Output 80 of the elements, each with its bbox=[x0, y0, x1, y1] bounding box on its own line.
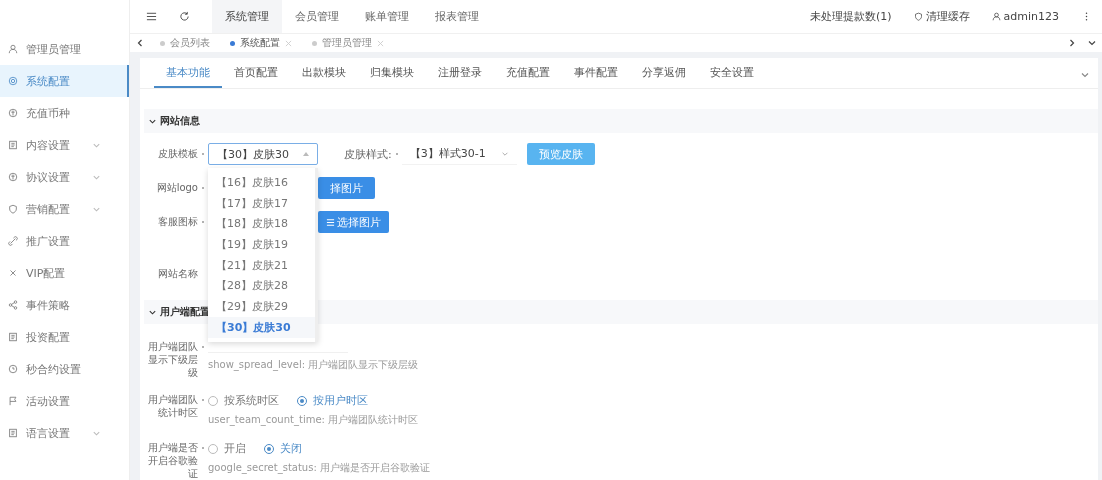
flag-icon bbox=[8, 396, 18, 406]
user-icon bbox=[991, 12, 1001, 21]
sidebar-item[interactable]: 充值币种 bbox=[0, 97, 129, 129]
skin-select[interactable]: 【30】皮肤30 bbox=[208, 143, 318, 165]
sidebar-item[interactable]: 管理员管理 bbox=[0, 33, 129, 65]
shield-icon bbox=[8, 204, 18, 214]
page-tag[interactable]: 会员列表 bbox=[150, 36, 220, 50]
dropdown-option[interactable]: 【16】皮肤16 bbox=[208, 172, 315, 193]
radio-option[interactable]: 开启 bbox=[208, 441, 246, 456]
chevron-down-icon bbox=[1080, 70, 1090, 80]
choose-image-button[interactable]: 选择图片 bbox=[318, 211, 389, 233]
document-icon bbox=[8, 428, 18, 438]
field-label: 客服图标 bbox=[157, 215, 198, 229]
sidebar-item[interactable]: 营销配置 bbox=[0, 193, 129, 225]
settings-tab[interactable]: 充值配置 bbox=[494, 58, 562, 88]
refresh-icon[interactable] bbox=[179, 11, 190, 22]
menu-icon[interactable] bbox=[146, 11, 157, 22]
sidebar-item[interactable]: 秒合约设置 bbox=[0, 353, 129, 385]
share-icon bbox=[8, 300, 18, 310]
nav-tab[interactable]: 系统管理 bbox=[212, 0, 282, 33]
settings-tab[interactable]: 归集模块 bbox=[358, 58, 426, 88]
dropdown-option[interactable]: 【17】皮肤17 bbox=[208, 192, 315, 214]
radio-option[interactable]: 按用户时区 bbox=[297, 393, 368, 408]
dropdown-option[interactable]: 【18】皮肤18 bbox=[208, 213, 315, 235]
settings-tab[interactable]: 分享返佣 bbox=[630, 58, 698, 88]
cross-icon bbox=[8, 268, 18, 278]
clear-cache-link[interactable]: 清理缓存 bbox=[925, 9, 970, 24]
user-icon bbox=[8, 44, 18, 54]
sidebar-item[interactable]: 系统配置 bbox=[0, 65, 129, 97]
field-label: 网站logo bbox=[155, 181, 198, 195]
coin-icon bbox=[8, 172, 18, 182]
field-label: 皮肤模板 bbox=[157, 147, 198, 161]
sidebar-item[interactable]: 内容设置 bbox=[0, 129, 129, 161]
settings-tab[interactable]: 事件配置 bbox=[562, 58, 630, 88]
radio-option[interactable]: 关闭 bbox=[264, 441, 302, 456]
settings-tab[interactable]: 基本功能 bbox=[154, 58, 222, 88]
field-hint: show_spread_level: 用户端团队显示下级层级 bbox=[208, 358, 419, 372]
sidebar-item[interactable]: 语言设置 bbox=[0, 417, 129, 449]
chevron-left-icon bbox=[135, 38, 145, 48]
sidebar-item[interactable]: VIP配置 bbox=[0, 257, 129, 289]
caret-icon bbox=[303, 152, 309, 156]
shield-icon bbox=[913, 12, 923, 21]
dropdown-option[interactable]: 【28】皮肤28 bbox=[208, 275, 315, 297]
chevron-down-icon bbox=[1087, 38, 1097, 48]
radio-option[interactable]: 按系统时区 bbox=[208, 393, 279, 408]
dropdown-option[interactable]: 【19】皮肤19 bbox=[208, 234, 315, 255]
field-label: 皮肤样式: bbox=[344, 146, 392, 162]
chevron-right-icon bbox=[1067, 38, 1077, 48]
sidebar-item[interactable]: 推广设置 bbox=[0, 225, 129, 257]
section-header[interactable]: 网站信息 bbox=[144, 109, 1098, 133]
link-icon bbox=[8, 236, 18, 246]
document-icon bbox=[8, 140, 18, 150]
user-name[interactable]: admin123 bbox=[1003, 10, 1059, 23]
field-label: 用户端是否开启谷歌验证 bbox=[147, 441, 198, 480]
field-hint: google_secret_status: 用户端是否开启谷歌验证 bbox=[208, 461, 430, 475]
choose-image-button[interactable]: 择图片 bbox=[318, 177, 375, 199]
sidebar-item[interactable]: 活动设置 bbox=[0, 385, 129, 417]
sidebar-item[interactable]: 协议设置 bbox=[0, 161, 129, 193]
withdraw-notice-link[interactable]: 未处理提款数(1) bbox=[809, 9, 892, 24]
clock-icon bbox=[8, 364, 18, 374]
field-label: 用户端团队统计时区 bbox=[147, 393, 198, 419]
page-tag[interactable]: 系统配置 bbox=[220, 36, 302, 50]
nav-tab[interactable]: 账单管理 bbox=[352, 0, 422, 33]
coin-icon bbox=[8, 108, 18, 118]
dropdown-option[interactable]: 【30】皮肤30 bbox=[208, 316, 315, 338]
field-hint: user_team_count_time: 用户端团队统计时区 bbox=[208, 413, 419, 427]
field-label: 网站名称 bbox=[157, 267, 198, 280]
sidebar-item[interactable]: 投资配置 bbox=[0, 321, 129, 353]
page-tag[interactable]: 管理员管理 bbox=[302, 36, 394, 50]
nav-tab[interactable]: 会员管理 bbox=[282, 0, 352, 33]
sidebar-item[interactable]: 事件策略 bbox=[0, 289, 129, 321]
field-label: 用户端团队显示下级层级 bbox=[147, 340, 198, 379]
settings-tab[interactable]: 注册登录 bbox=[426, 58, 494, 88]
nav-tab[interactable]: 报表管理 bbox=[422, 0, 492, 33]
style-select[interactable]: 【3】样式30-1 bbox=[401, 143, 517, 165]
settings-tab[interactable]: 首页配置 bbox=[222, 58, 290, 88]
document-icon bbox=[8, 332, 18, 342]
settings-tab[interactable]: 出款模块 bbox=[290, 58, 358, 88]
dropdown-option[interactable]: 【21】皮肤21 bbox=[208, 254, 315, 276]
settings-tab[interactable]: 安全设置 bbox=[698, 58, 766, 88]
